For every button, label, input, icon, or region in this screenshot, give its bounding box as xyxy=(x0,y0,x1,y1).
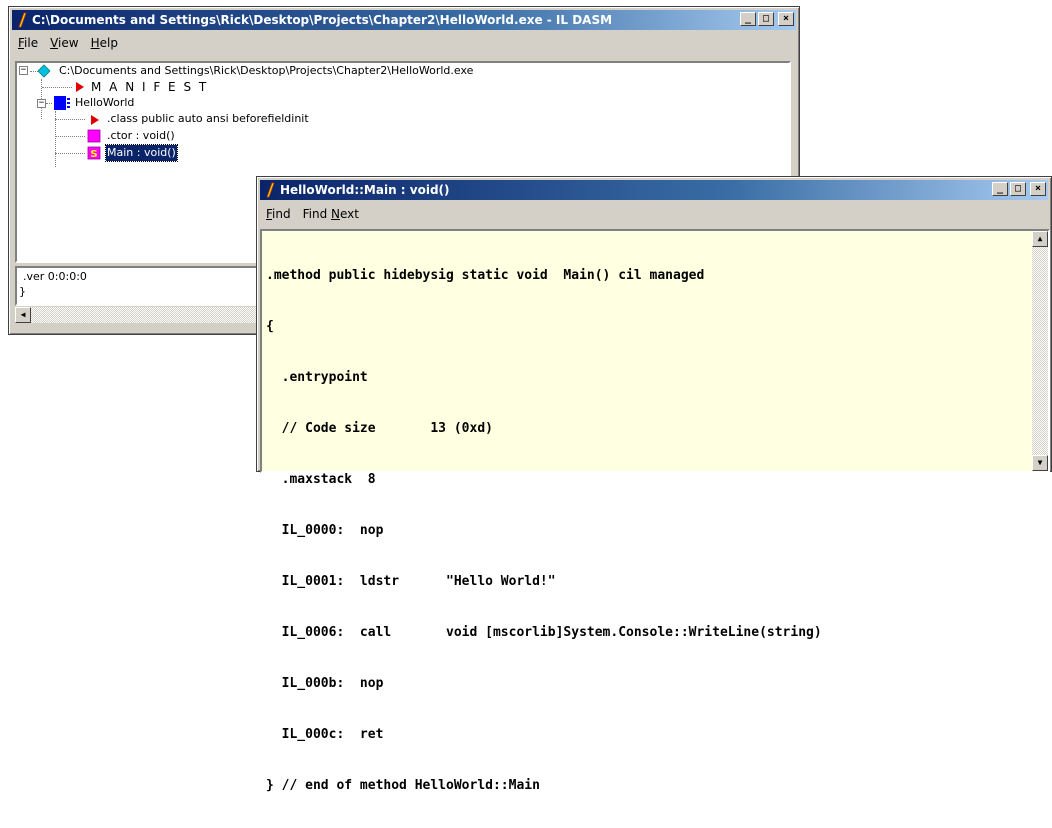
tree-class-decl-label[interactable]: .class public auto ansi beforefieldinit xyxy=(107,111,309,127)
code-line: .entrypoint xyxy=(266,370,368,385)
code-line: IL_0000: nop xyxy=(266,523,384,538)
menu-view[interactable]: View xyxy=(44,36,84,50)
code-menubar: Find Find Next xyxy=(260,204,1048,223)
info-version-line: .ver 0:0:0:0 xyxy=(23,270,87,283)
namespace-collapse-toggle[interactable]: − xyxy=(37,99,46,108)
minimize-button[interactable]: _ xyxy=(992,182,1008,196)
maximize-button[interactable]: □ xyxy=(1010,182,1026,196)
tree-manifest-label[interactable]: M A N I F E S T xyxy=(91,79,208,95)
menu-find-next[interactable]: Find Next xyxy=(297,207,365,221)
scroll-left-button[interactable]: ◀ xyxy=(15,307,31,323)
code-line: } // end of method HelloWorld::Main xyxy=(266,778,540,793)
vertical-scrollbar[interactable]: ▲ ▼ xyxy=(1032,231,1048,471)
method-code-window: HelloWorld::Main : void() _ □ × Find Fin… xyxy=(256,176,1052,793)
close-button[interactable]: × xyxy=(1030,182,1046,196)
main-titlebar[interactable]: C:\Documents and Settings\Rick\Desktop\P… xyxy=(12,10,796,30)
maximize-button[interactable]: □ xyxy=(758,12,774,26)
menu-file[interactable]: File xyxy=(12,36,44,50)
assembly-diamond-icon xyxy=(37,64,51,78)
namespace-icon xyxy=(54,96,70,110)
code-window-title: HelloWorld::Main : void() xyxy=(280,183,450,197)
tree-namespace-label[interactable]: HelloWorld xyxy=(75,95,134,111)
tree-root-label[interactable]: C:\Documents and Settings\Rick\Desktop\P… xyxy=(59,63,473,79)
code-line: IL_0006: call void [mscorlib]System.Cons… xyxy=(266,625,822,640)
method-icon xyxy=(87,129,101,143)
code-view[interactable]: .method public hidebysig static void Mai… xyxy=(260,229,1050,793)
code-line: // Code size 13 (0xd) xyxy=(266,421,493,436)
svg-text:S: S xyxy=(90,149,97,160)
ildasm-app-icon xyxy=(266,182,275,198)
info-brace-line: } xyxy=(19,285,26,298)
code-line: { xyxy=(266,319,274,334)
main-window-title: C:\Documents and Settings\Rick\Desktop\P… xyxy=(32,13,613,27)
code-line: .method public hidebysig static void Mai… xyxy=(266,268,705,283)
main-menubar: File View Help xyxy=(12,33,796,52)
minimize-button[interactable]: _ xyxy=(740,12,756,26)
tree-main-label[interactable]: Main : void() xyxy=(105,144,178,162)
ildasm-app-icon xyxy=(18,12,27,28)
code-titlebar[interactable]: HelloWorld::Main : void() _ □ × xyxy=(260,180,1048,200)
root-collapse-toggle[interactable]: − xyxy=(19,66,28,75)
class-triangle-icon xyxy=(91,115,99,125)
code-line: .maxstack 8 xyxy=(266,472,376,487)
menu-help[interactable]: Help xyxy=(85,36,124,50)
code-listing: .method public hidebysig static void Mai… xyxy=(266,233,822,828)
static-method-icon: S xyxy=(87,146,101,160)
code-line: IL_000b: nop xyxy=(266,676,384,691)
code-line: IL_0001: ldstr "Hello World!" xyxy=(266,574,556,589)
scroll-up-button[interactable]: ▲ xyxy=(1032,231,1048,247)
manifest-triangle-icon xyxy=(76,82,84,92)
tree-ctor-label[interactable]: .ctor : void() xyxy=(107,128,175,144)
close-button[interactable]: × xyxy=(778,12,794,26)
scroll-down-button[interactable]: ▼ xyxy=(1032,455,1048,471)
code-line: IL_000c: ret xyxy=(266,727,384,742)
menu-find[interactable]: Find xyxy=(260,207,297,221)
